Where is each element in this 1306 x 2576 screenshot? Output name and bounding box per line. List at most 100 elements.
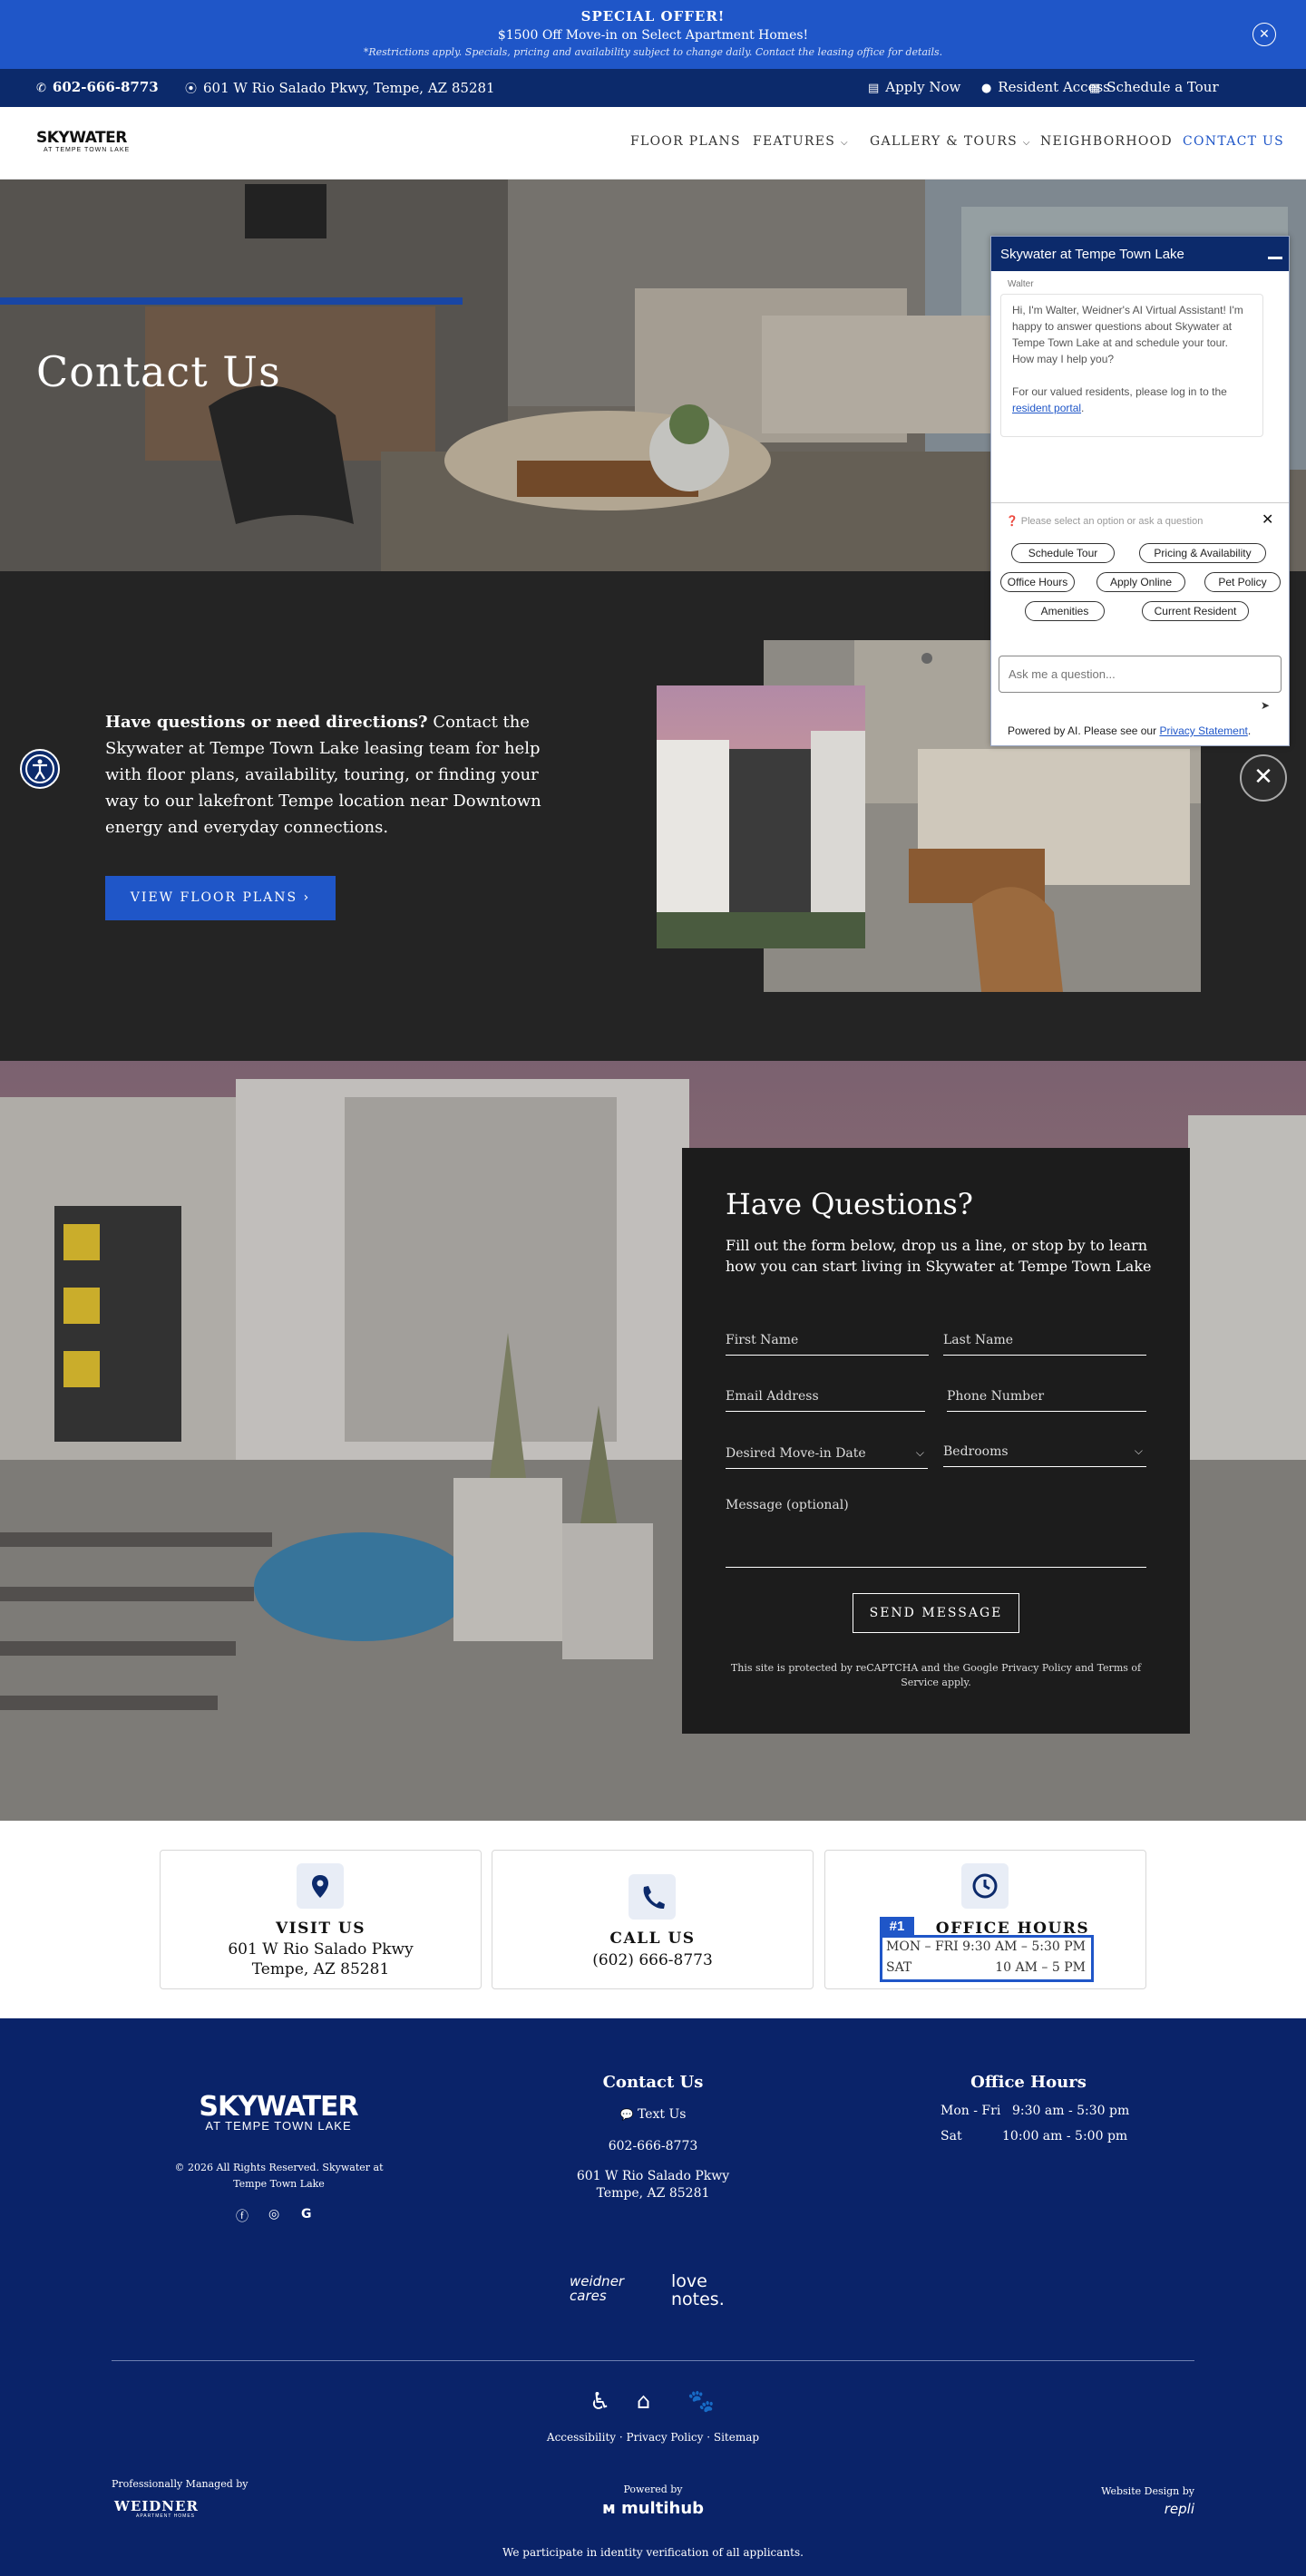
phone-field[interactable]: Phone Number — [947, 1389, 1146, 1412]
footer-address-line1: 601 W Rio Salado Pkwy — [576, 2169, 730, 2183]
multihub-logo[interactable]: ᴍ multihub — [599, 2499, 707, 2518]
chevron-down-icon: ⌵ — [1134, 1444, 1143, 1457]
phone-icon: ✆ — [36, 82, 46, 95]
chip-current-resident[interactable]: Current Resident — [1142, 601, 1249, 621]
resident-portal-link[interactable]: resident portal — [1012, 402, 1081, 414]
footer-logo[interactable]: SKYWATER AT TEMPE TOWN LAKE — [192, 2091, 365, 2133]
send-message-button[interactable]: SEND MESSAGE — [853, 1593, 1019, 1633]
apply-now-link[interactable]: ▤ Apply Now — [868, 79, 960, 95]
bedrooms-select[interactable]: Bedrooms ⌵ — [943, 1444, 1146, 1467]
view-floor-plans-button[interactable]: VIEW FLOOR PLANS › — [105, 876, 336, 920]
multihub-icon: ᴍ — [601, 2499, 616, 2518]
visit-address-line2: Tempe, AZ 85281 — [251, 1960, 390, 1978]
promo-banner: SPECIAL OFFER! $1500 Off Move-in on Sele… — [0, 0, 1306, 69]
chip-apply-online[interactable]: Apply Online — [1096, 572, 1185, 592]
privacy-statement-link[interactable]: Privacy Statement — [1159, 724, 1247, 737]
chat-input[interactable] — [999, 656, 1282, 693]
design-by-label: Website Design by — [1101, 2485, 1194, 2497]
instagram-icon[interactable]: ◎ — [268, 2207, 279, 2221]
managed-by-label: Professionally Managed by — [112, 2478, 249, 2490]
chat-powered-by: Powered by AI. Please see our Privacy St… — [1008, 724, 1252, 737]
page-title: Contact Us — [36, 347, 281, 396]
love-notes-logo[interactable]: love notes. — [671, 2272, 744, 2309]
chip-pricing-availability[interactable]: Pricing & Availability — [1139, 543, 1266, 563]
visit-us-title: VISIT US — [275, 1920, 366, 1938]
email-field[interactable]: Email Address — [726, 1389, 925, 1412]
exterior-photo — [657, 685, 865, 948]
text-us-link[interactable]: 💬 Text Us — [562, 2107, 744, 2122]
footer-address-line2: Tempe, AZ 85281 — [596, 2186, 710, 2201]
intro-text: Have questions or need directions? Conta… — [105, 713, 541, 837]
privacy-policy-link[interactable]: Privacy Policy — [627, 2431, 704, 2444]
footer-hours-title: Office Hours — [970, 2073, 1087, 2092]
footer-phone[interactable]: 602-666-8773 — [562, 2139, 744, 2153]
chip-office-hours[interactable]: Office Hours — [1000, 572, 1075, 592]
schedule-tour-link[interactable]: ▦ Schedule a Tour — [1089, 79, 1219, 95]
repli-logo[interactable]: repli — [1134, 2501, 1194, 2517]
footer-hours-time: 9:30 am - 5:30 pm — [1012, 2104, 1130, 2118]
nav-gallery-tours[interactable]: GALLERY & TOURS ⌵ — [870, 134, 1031, 149]
nav-neighborhood[interactable]: NEIGHBORHOOD — [1040, 134, 1173, 149]
copyright: © 2026 All Rights Reserved. Skywater at … — [174, 2162, 384, 2190]
accessibility-icon[interactable] — [20, 749, 60, 789]
user-icon: ● — [981, 82, 992, 95]
phone-link[interactable]: ✆ 602-666-8773 — [36, 79, 159, 95]
nav-floor-plans[interactable]: FLOOR PLANS — [630, 134, 741, 149]
chevron-down-icon: ⌵ — [1022, 138, 1031, 148]
chat-widget: Skywater at Tempe Town Lake Walter Hi, I… — [990, 236, 1290, 746]
chat-prompt: ❓ Please select an option or ask a quest… — [1006, 516, 1204, 527]
chat-bubble-icon: 💬 — [619, 2108, 634, 2121]
map-pin-icon — [297, 1863, 344, 1909]
promo-note: *Restrictions apply. Specials, pricing a… — [363, 46, 943, 58]
hours-row: MON – FRI 9:30 AM – 5:30 PM — [886, 1939, 1086, 1954]
footer-hours-day: Mon - Fri — [941, 2104, 1001, 2118]
identity-notice: We participate in identity verification … — [502, 2546, 804, 2559]
call-us-title: CALL US — [609, 1930, 696, 1948]
message-textarea[interactable]: Message (optional) — [726, 1498, 1146, 1568]
minimize-icon[interactable] — [1268, 257, 1282, 259]
weidner-cares-logo[interactable]: weidner cares — [570, 2274, 646, 2303]
sitemap-link[interactable]: Sitemap — [714, 2431, 759, 2444]
help-icon: ❓ — [1006, 516, 1018, 527]
chat-close-icon[interactable]: ✕ — [1240, 754, 1287, 802]
form-intro: Fill out the form below, drop us a line,… — [726, 1237, 1152, 1275]
facebook-icon[interactable]: ⓕ — [236, 2207, 249, 2225]
move-in-date-select[interactable]: Desired Move-in Date ⌵ — [726, 1446, 928, 1469]
footer-hours-time: 10:00 am - 5:00 pm — [1002, 2129, 1128, 2143]
close-icon[interactable]: ✕ — [1252, 23, 1276, 46]
visit-address-line1: 601 W Rio Salado Pkwy — [228, 1940, 414, 1959]
weidner-logo[interactable]: WEIDNER — [114, 2498, 199, 2514]
chat-sender: Walter — [1008, 279, 1034, 289]
last-name-field[interactable]: Last Name — [943, 1333, 1146, 1356]
logo[interactable]: SKYWATER AT TEMPE TOWN LAKE — [36, 129, 145, 153]
weidner-sub: APARTMENT HOMES — [136, 2513, 196, 2519]
chip-schedule-tour[interactable]: Schedule Tour — [1011, 543, 1115, 563]
google-icon[interactable]: G — [301, 2207, 312, 2221]
recaptcha-notice: This site is protected by reCAPTCHA and … — [730, 1662, 1142, 1688]
promo-title: SPECIAL OFFER! — [580, 8, 726, 24]
chat-divider — [991, 502, 1289, 503]
first-name-field[interactable]: First Name — [726, 1333, 929, 1356]
send-icon[interactable]: ➤ — [1261, 699, 1270, 712]
chat-message: Hi, I'm Walter, Weidner's AI Virtual Ass… — [1000, 294, 1263, 437]
nav-features[interactable]: FEATURES ⌵ — [753, 134, 849, 149]
accessibility-link[interactable]: Accessibility — [547, 2431, 616, 2444]
calendar-icon: ▦ — [1089, 82, 1101, 95]
form-title: Have Questions? — [726, 1187, 973, 1221]
paw-icon: 🐾 — [687, 2388, 715, 2414]
contact-form: Have Questions? Fill out the form below,… — [682, 1148, 1190, 1734]
nav-contact-us[interactable]: CONTACT US — [1183, 134, 1284, 149]
footer-links: Accessibility · Privacy Policy · Sitemap — [546, 2431, 760, 2444]
address-link[interactable]: ⦿ 601 W Rio Salado Pkwy, Tempe, AZ 85281 — [185, 79, 495, 96]
chat-header: Skywater at Tempe Town Lake — [991, 237, 1289, 271]
footer-divider — [112, 2360, 1194, 2361]
chip-amenities[interactable]: Amenities — [1025, 601, 1105, 621]
visit-us-card: VISIT US 601 W Rio Salado Pkwy Tempe, AZ… — [160, 1850, 482, 1989]
phone-icon — [629, 1874, 676, 1920]
close-icon[interactable]: ✕ — [1262, 510, 1273, 528]
clock-icon — [961, 1863, 1009, 1909]
powered-by-label: Powered by — [623, 2484, 683, 2495]
chip-pet-policy[interactable]: Pet Policy — [1204, 572, 1281, 592]
call-us-phone[interactable]: (602) 666-8773 — [492, 1951, 813, 1969]
rank-badge: #1 — [880, 1917, 914, 1937]
